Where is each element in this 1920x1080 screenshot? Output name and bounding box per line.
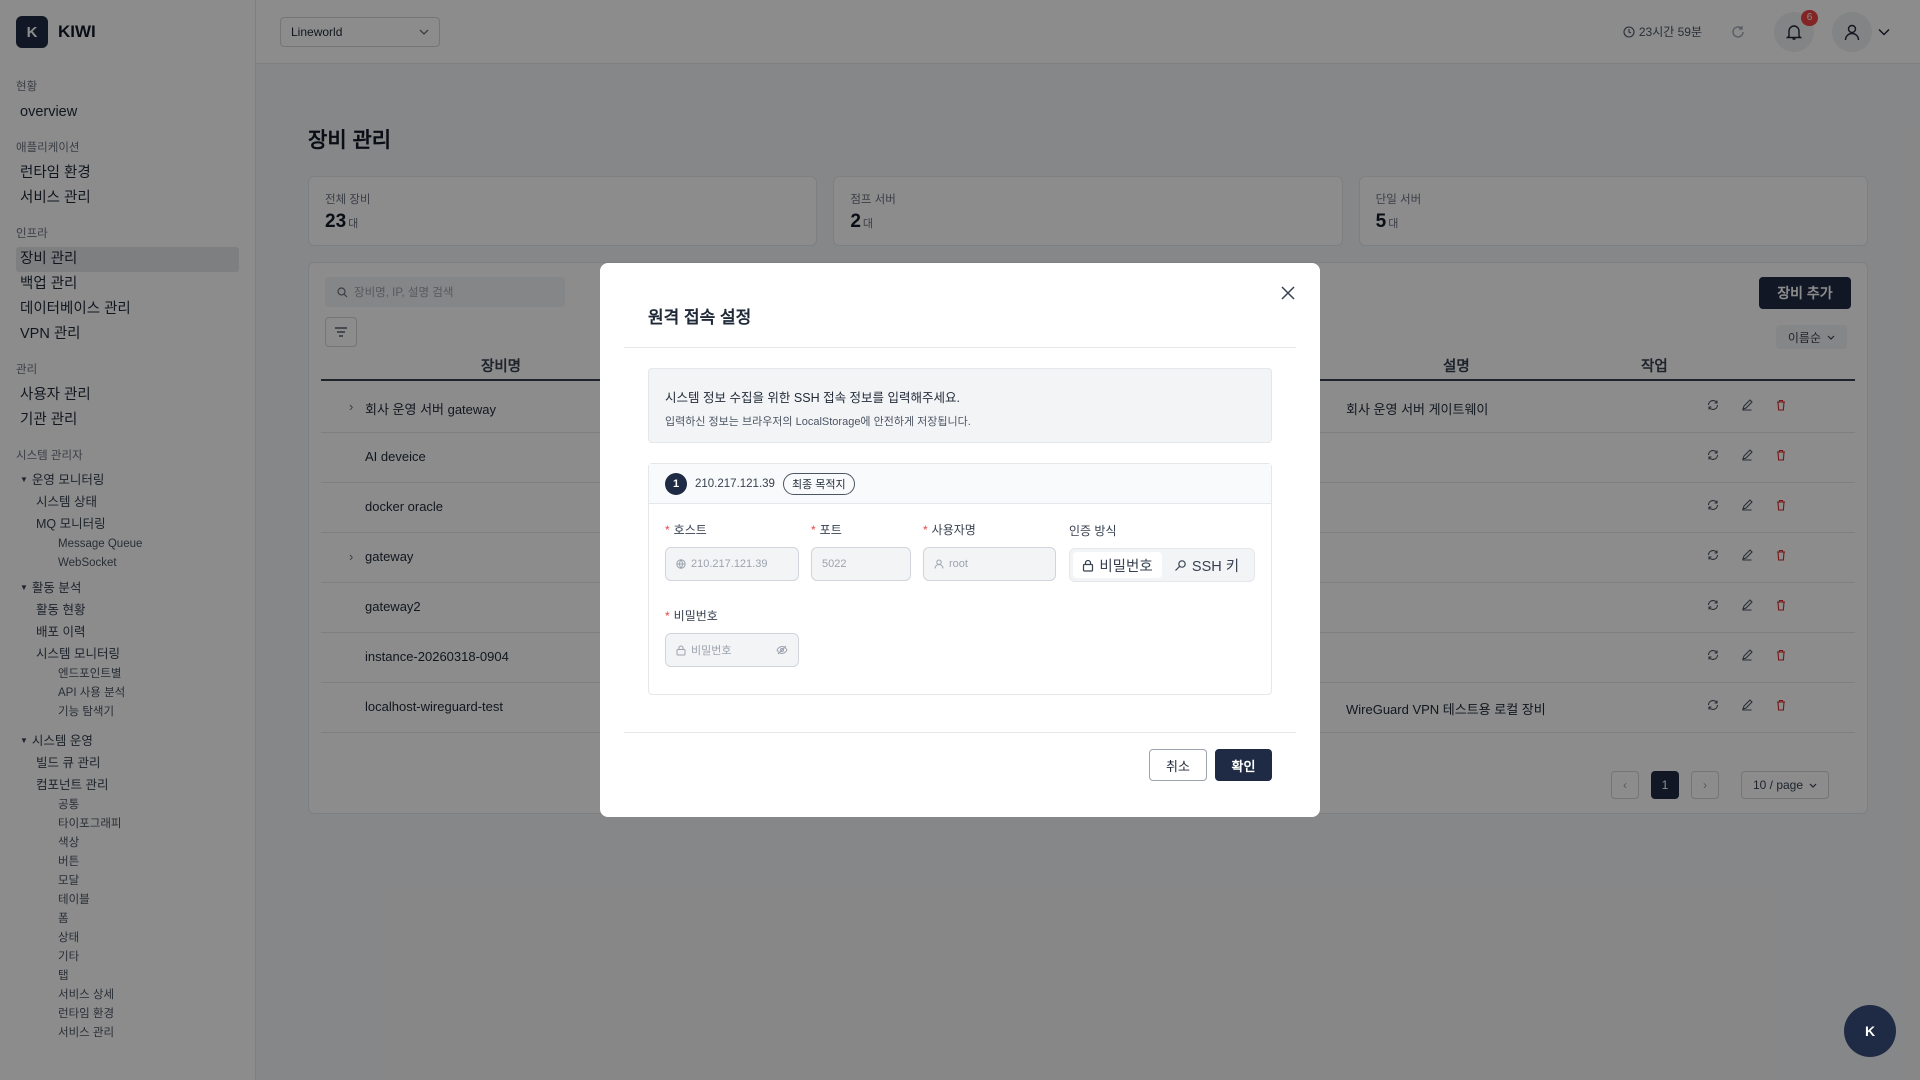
modal-footer-divider bbox=[624, 732, 1296, 733]
lock-icon bbox=[676, 645, 686, 656]
host-placeholder: 210.217.121.39 bbox=[691, 558, 768, 570]
user-icon bbox=[934, 559, 944, 569]
connection-hop-card: 1 210.217.121.39 최종 목적지 * 호스트 210.217.121… bbox=[648, 463, 1272, 695]
assistant-fab-button[interactable]: K bbox=[1844, 1005, 1896, 1057]
username-placeholder: root bbox=[949, 558, 968, 570]
password-input[interactable]: 비밀번호 bbox=[665, 633, 799, 667]
info-text-primary: 시스템 정보 수집을 위한 SSH 접속 정보를 입력해주세요. bbox=[665, 391, 960, 405]
globe-icon bbox=[676, 559, 686, 569]
modal-divider bbox=[624, 347, 1296, 348]
close-icon bbox=[1281, 286, 1295, 300]
hop-header: 1 210.217.121.39 최종 목적지 bbox=[649, 464, 1271, 504]
cancel-button[interactable]: 취소 bbox=[1149, 749, 1207, 781]
auth-option-password[interactable]: 비밀번호 bbox=[1073, 552, 1162, 578]
auth-method-label: 인증 방식 bbox=[1069, 524, 1117, 538]
host-input[interactable]: 210.217.121.39 bbox=[665, 547, 799, 581]
port-input[interactable]: 5022 bbox=[811, 547, 911, 581]
confirm-button[interactable]: 확인 bbox=[1215, 749, 1272, 781]
username-input[interactable]: root bbox=[923, 547, 1056, 581]
close-button[interactable] bbox=[1276, 281, 1300, 305]
auth-option-label: 비밀번호 bbox=[1099, 558, 1153, 575]
port-label: * 포트 bbox=[811, 523, 842, 537]
username-label: * 사용자명 bbox=[923, 523, 976, 537]
lock-icon bbox=[1082, 559, 1094, 572]
destination-tag: 최종 목적지 bbox=[782, 472, 855, 495]
info-text-secondary: 입력하신 정보는 브라우저의 LocalStorage에 안전하게 저장됩니다. bbox=[665, 416, 971, 428]
hop-number: 1 bbox=[665, 472, 687, 495]
eye-off-icon[interactable] bbox=[776, 645, 788, 655]
info-notice: 시스템 정보 수집을 위한 SSH 접속 정보를 입력해주세요. 입력하신 정보… bbox=[648, 368, 1272, 443]
port-placeholder: 5022 bbox=[822, 558, 847, 570]
password-label: * 비밀번호 bbox=[665, 609, 718, 623]
auth-option-label: SSH 키 bbox=[1191, 558, 1240, 575]
password-placeholder: 비밀번호 bbox=[691, 645, 732, 657]
remote-access-modal: 원격 접속 설정 시스템 정보 수집을 위한 SSH 접속 정보를 입력해주세요… bbox=[600, 263, 1320, 817]
modal-title: 원격 접속 설정 bbox=[648, 308, 752, 327]
key-icon bbox=[1174, 559, 1187, 572]
auth-method-toggle: 비밀번호 SSH 키 bbox=[1069, 548, 1255, 582]
hop-ip: 210.217.121.39 bbox=[695, 477, 775, 490]
host-label: * 호스트 bbox=[665, 523, 707, 537]
auth-option-ssh-key[interactable]: SSH 키 bbox=[1162, 552, 1251, 578]
